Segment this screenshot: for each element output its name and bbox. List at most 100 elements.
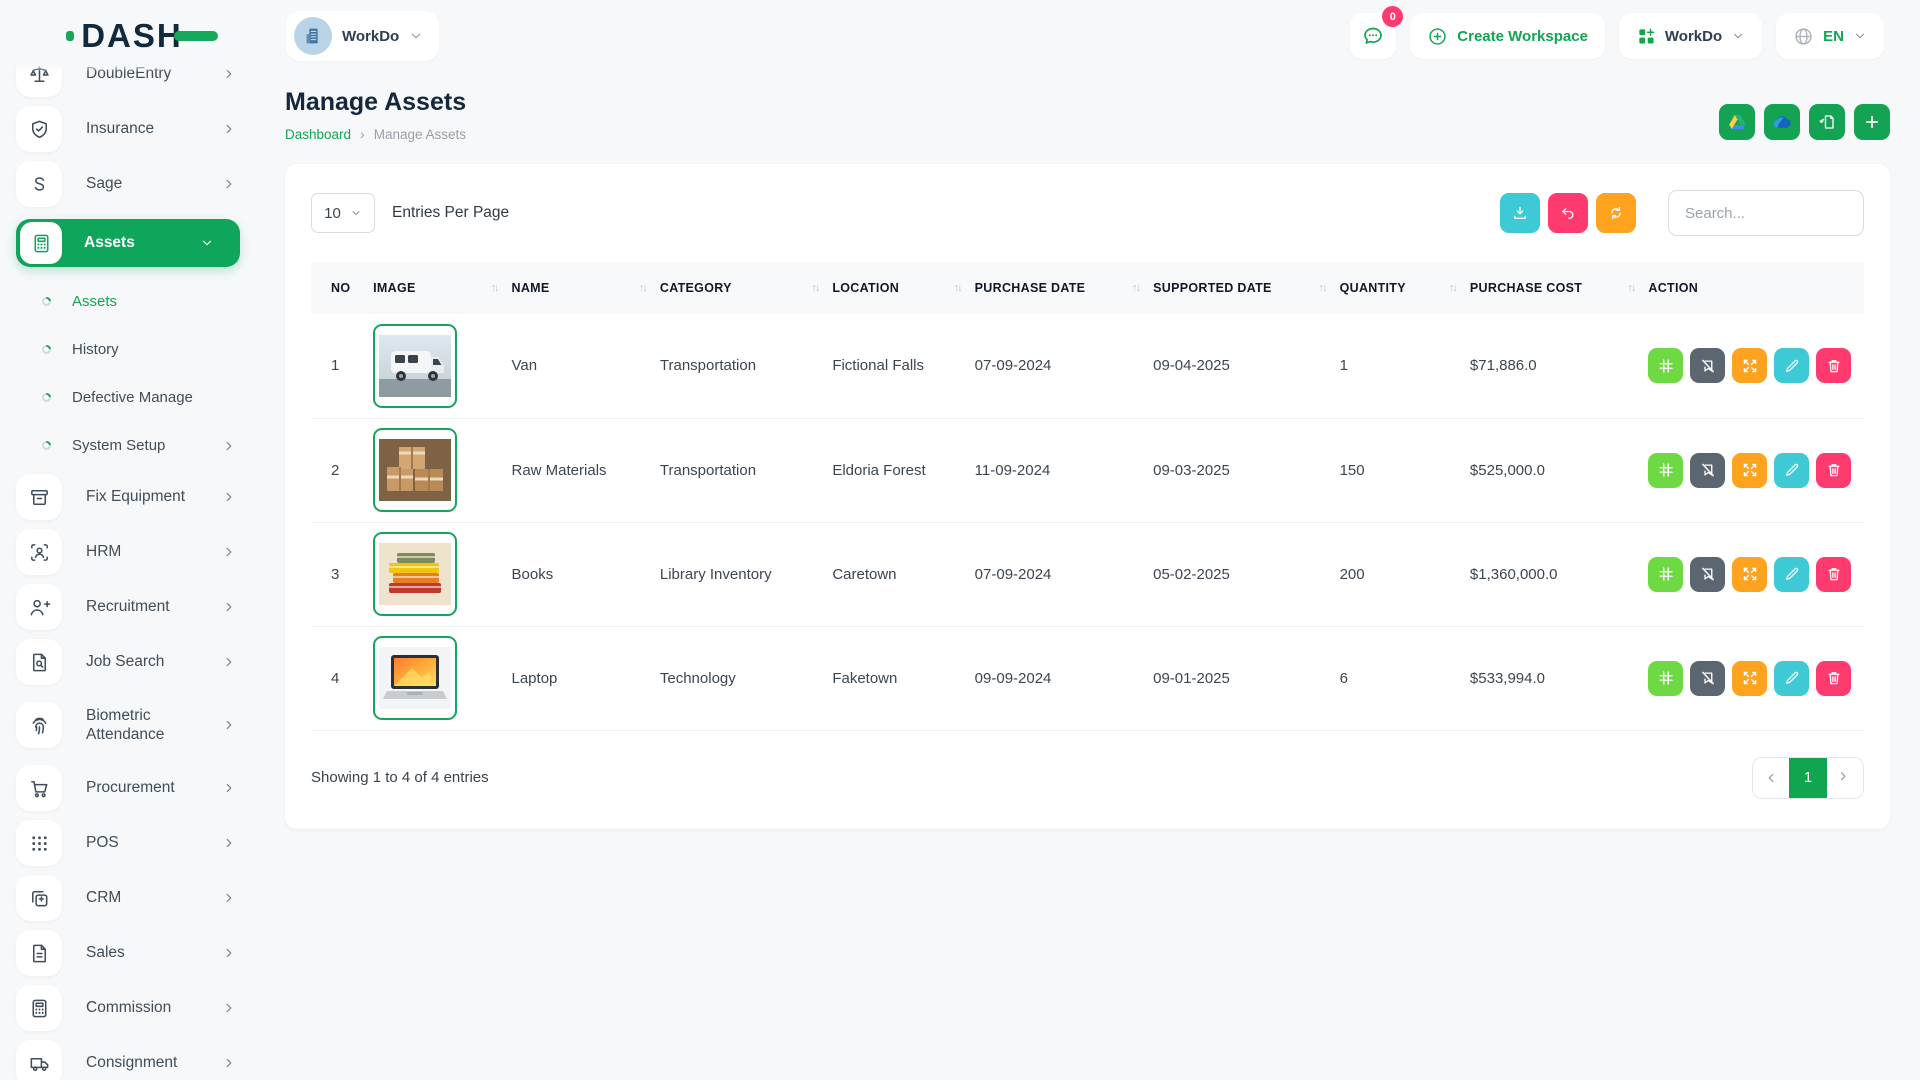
sidebar-item-commission[interactable]: Commission bbox=[16, 988, 262, 1028]
column-header-quantity[interactable]: QUANTITY bbox=[1340, 262, 1470, 314]
expand-icon bbox=[1741, 669, 1759, 687]
sidebar-item-procurement[interactable]: Procurement bbox=[16, 768, 262, 808]
breadcrumb-dashboard-link[interactable]: Dashboard bbox=[285, 127, 351, 142]
sidebar-item-assets[interactable]: Assets bbox=[16, 219, 240, 267]
column-header-action: ACTION bbox=[1648, 262, 1864, 314]
delete-icon bbox=[1825, 669, 1843, 687]
sidebar-item-job-search[interactable]: Job Search bbox=[16, 642, 262, 682]
google-drive-button[interactable] bbox=[1719, 104, 1755, 140]
duplicate-document-button[interactable] bbox=[1809, 104, 1845, 140]
entries-per-page-select[interactable]: 10 bbox=[311, 193, 375, 233]
sidebar-item-hrm[interactable]: HRM bbox=[16, 532, 262, 572]
sidebar-item-consignment[interactable]: Consignment bbox=[16, 1043, 262, 1080]
column-header-purchase-cost[interactable]: PURCHASE COST bbox=[1470, 262, 1648, 314]
edit-button[interactable] bbox=[1774, 661, 1809, 696]
table-header-row: NO IMAGE NAME CATEGORY LOCATION PURCHASE… bbox=[311, 262, 1864, 314]
sidebar-item-pos[interactable]: POS bbox=[16, 823, 262, 863]
delete-button[interactable] bbox=[1816, 661, 1851, 696]
edit-icon bbox=[1783, 461, 1801, 479]
chevron-right-icon bbox=[222, 718, 236, 732]
cell-quantity: 1 bbox=[1340, 314, 1470, 418]
expand-button[interactable] bbox=[1732, 348, 1767, 383]
sidebar-item-fix-equipment[interactable]: Fix Equipment bbox=[16, 477, 262, 517]
sidebar-item-insurance[interactable]: Insurance bbox=[16, 109, 262, 149]
main-content: Manage Assets Dashboard › Manage Assets bbox=[280, 0, 1920, 829]
asset-image-van[interactable] bbox=[373, 324, 457, 408]
language-label: EN bbox=[1823, 28, 1844, 45]
sidebar-subitem-system-setup[interactable]: System Setup bbox=[16, 429, 262, 462]
barcode-button[interactable] bbox=[1648, 557, 1683, 592]
column-header-purchase-date[interactable]: PURCHASE DATE bbox=[975, 262, 1153, 314]
pagination-prev-button[interactable] bbox=[1753, 758, 1789, 798]
label-off-button[interactable] bbox=[1690, 557, 1725, 592]
language-selector[interactable]: EN bbox=[1776, 13, 1884, 59]
column-header-name[interactable]: NAME bbox=[512, 262, 660, 314]
sidebar: DoubleEntry Insurance Sage Assets Assets… bbox=[0, 54, 262, 1080]
refresh-button[interactable] bbox=[1596, 193, 1636, 233]
cell-location: Faketown bbox=[832, 626, 974, 730]
chevron-down-icon bbox=[200, 236, 214, 250]
workspace-switcher[interactable]: WorkDo bbox=[286, 11, 439, 61]
barcode-button[interactable] bbox=[1648, 453, 1683, 488]
cell-name: Van bbox=[512, 314, 660, 418]
add-asset-button[interactable] bbox=[1854, 104, 1890, 140]
delete-button[interactable] bbox=[1816, 557, 1851, 592]
pagination-page-1-button[interactable]: 1 bbox=[1789, 758, 1827, 798]
chevron-down-icon bbox=[1853, 29, 1867, 43]
asset-image-raw-materials[interactable] bbox=[373, 428, 457, 512]
undo-button[interactable] bbox=[1548, 193, 1588, 233]
onedrive-button[interactable] bbox=[1764, 104, 1800, 140]
logo-dot-icon bbox=[66, 31, 74, 41]
bullet-icon bbox=[40, 391, 53, 404]
sidebar-item-recruitment[interactable]: Recruitment bbox=[16, 587, 262, 627]
cell-no: 3 bbox=[311, 522, 373, 626]
export-button[interactable] bbox=[1500, 193, 1540, 233]
barcode-button[interactable] bbox=[1648, 661, 1683, 696]
barcode-button[interactable] bbox=[1648, 348, 1683, 383]
sidebar-item-biometric-attendance[interactable]: Biometric Attendance bbox=[16, 697, 262, 753]
column-header-no[interactable]: NO bbox=[311, 262, 373, 314]
edit-button[interactable] bbox=[1774, 348, 1809, 383]
pagination: 1 bbox=[1752, 757, 1864, 799]
chevron-right-icon bbox=[222, 545, 236, 559]
label-off-button[interactable] bbox=[1690, 661, 1725, 696]
column-header-image[interactable]: IMAGE bbox=[373, 262, 511, 314]
pagination-next-button[interactable] bbox=[1827, 758, 1863, 798]
globe-icon bbox=[1793, 26, 1814, 47]
search-input[interactable] bbox=[1668, 190, 1864, 236]
sidebar-subitem-defective-manage[interactable]: Defective Manage bbox=[16, 381, 262, 414]
delete-button[interactable] bbox=[1816, 453, 1851, 488]
edit-button[interactable] bbox=[1774, 453, 1809, 488]
asset-image-books[interactable] bbox=[373, 532, 457, 616]
expand-button[interactable] bbox=[1732, 453, 1767, 488]
breadcrumb-separator-icon: › bbox=[360, 126, 365, 142]
sidebar-item-sales[interactable]: Sales bbox=[16, 933, 262, 973]
expand-button[interactable] bbox=[1732, 557, 1767, 592]
sidebar-subitem-history[interactable]: History bbox=[16, 333, 262, 366]
cell-no: 4 bbox=[311, 626, 373, 730]
label-off-button[interactable] bbox=[1690, 453, 1725, 488]
chevron-right-icon bbox=[222, 946, 236, 960]
chevron-down-icon bbox=[409, 29, 423, 43]
messages-button[interactable]: 0 bbox=[1350, 13, 1396, 59]
chevron-right-icon bbox=[222, 1056, 236, 1070]
expand-button[interactable] bbox=[1732, 661, 1767, 696]
column-header-category[interactable]: CATEGORY bbox=[660, 262, 832, 314]
table-row: 1 Van Transportation Fictional Falls 07-… bbox=[311, 314, 1864, 418]
sidebar-subitem-assets[interactable]: Assets bbox=[16, 285, 262, 318]
column-header-supported-date[interactable]: SUPPORTED DATE bbox=[1153, 262, 1339, 314]
sort-icon bbox=[639, 282, 646, 294]
company-menu-button[interactable]: WorkDo bbox=[1619, 13, 1762, 59]
create-workspace-button[interactable]: Create Workspace bbox=[1410, 13, 1605, 59]
logo-text: DASH bbox=[81, 17, 183, 55]
asset-image-laptop[interactable] bbox=[373, 636, 457, 720]
sidebar-item-crm[interactable]: CRM bbox=[16, 878, 262, 918]
page-title: Manage Assets bbox=[285, 88, 466, 117]
label-off-button[interactable] bbox=[1690, 348, 1725, 383]
sidebar-item-sage[interactable]: Sage bbox=[16, 164, 262, 204]
edit-button[interactable] bbox=[1774, 557, 1809, 592]
cell-category: Transportation bbox=[660, 418, 832, 522]
plus-circle-icon bbox=[1427, 26, 1448, 47]
column-header-location[interactable]: LOCATION bbox=[832, 262, 974, 314]
delete-button[interactable] bbox=[1816, 348, 1851, 383]
